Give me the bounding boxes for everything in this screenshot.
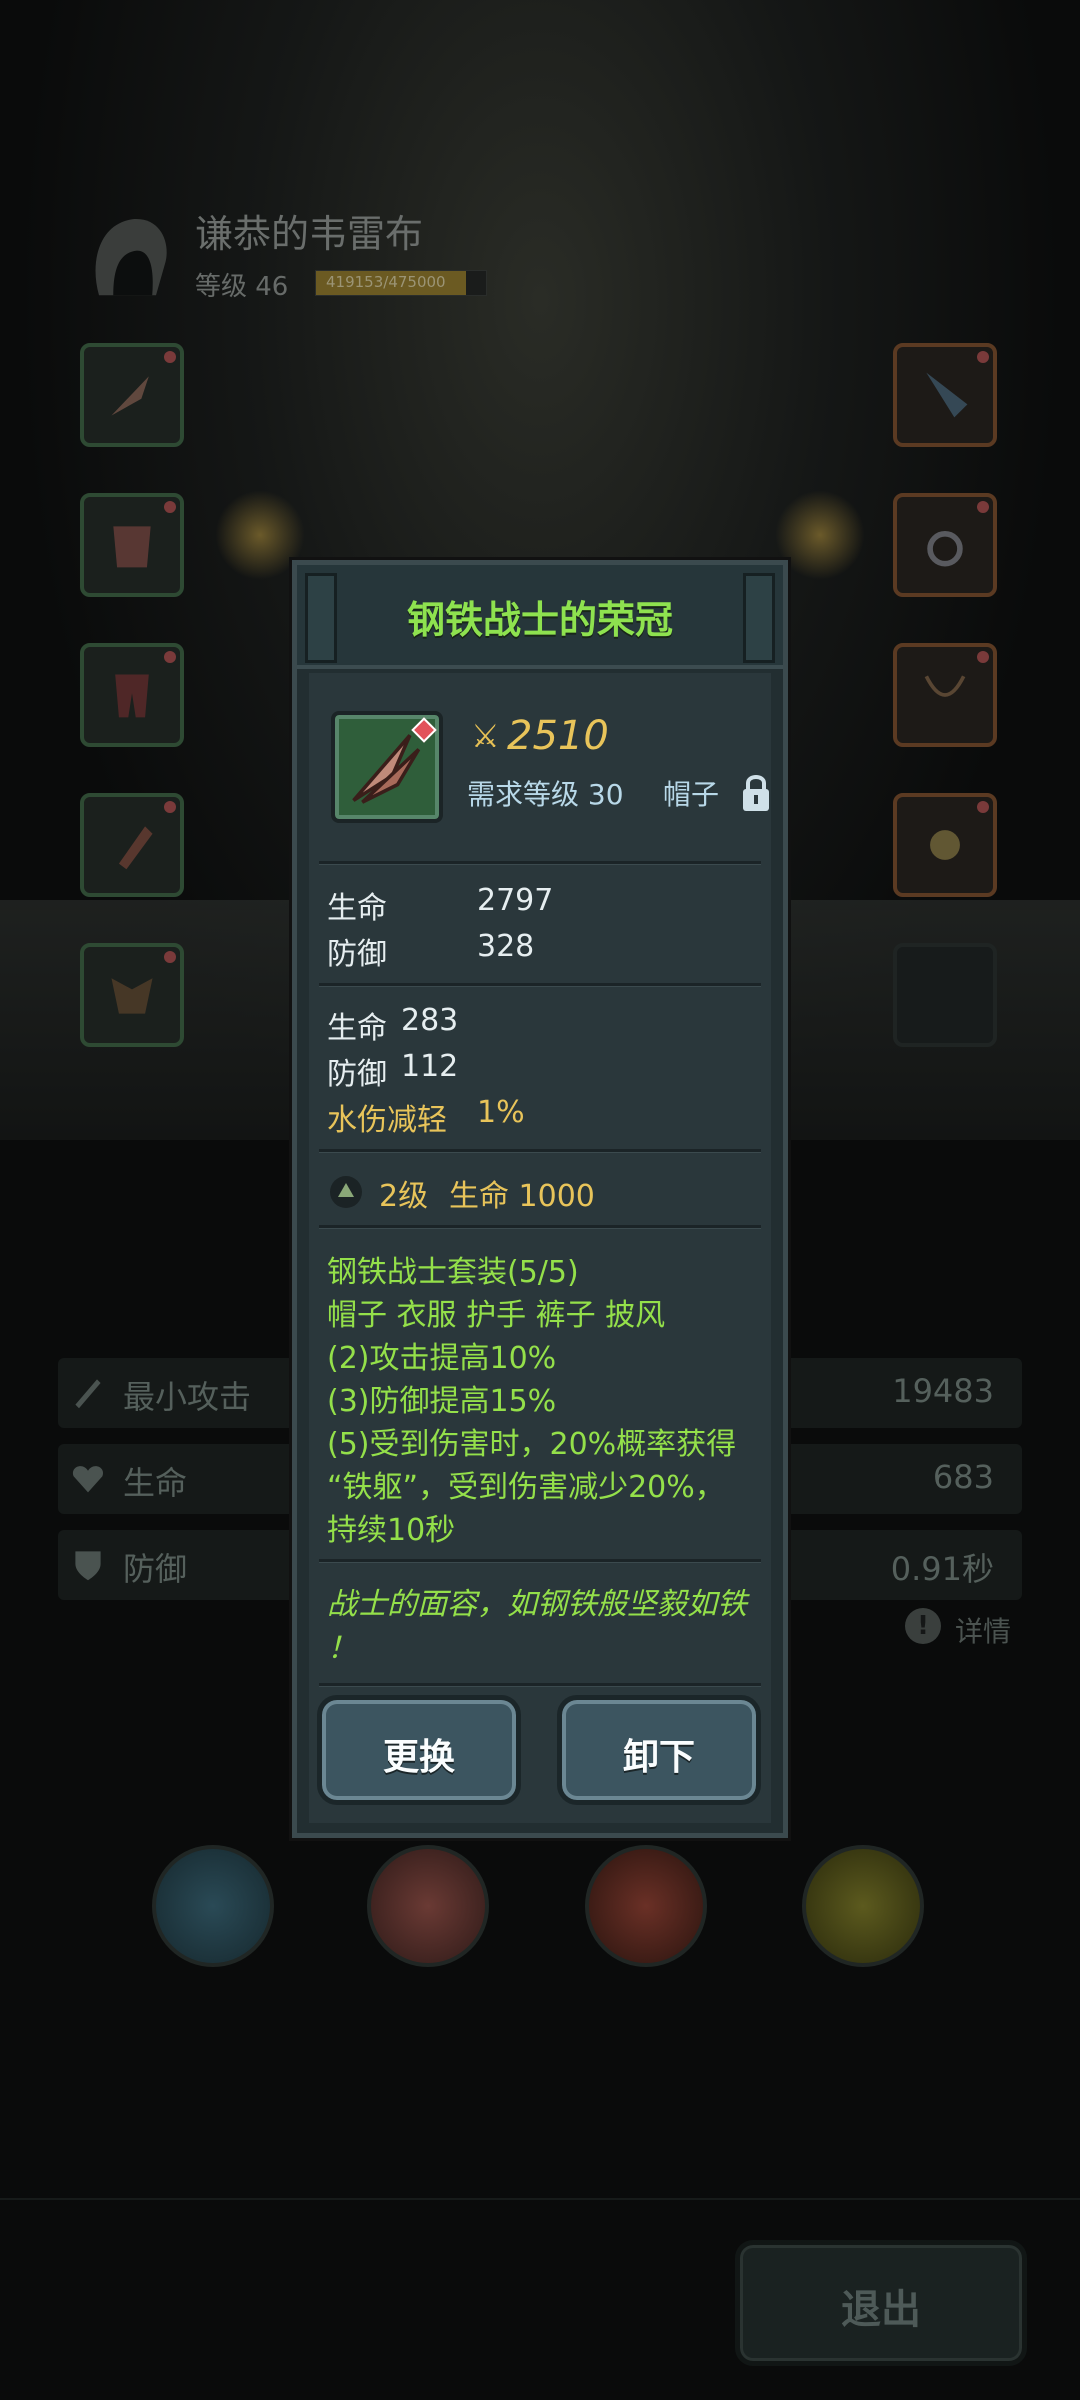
heart-icon xyxy=(72,1466,104,1493)
set-bonus-5-cont: 持续10秒 xyxy=(327,1513,456,1548)
extra-stat-value: 112 xyxy=(401,1049,459,1084)
feather-hat-icon xyxy=(111,376,149,416)
sword-icon xyxy=(75,1379,101,1409)
base-stat-value: 2797 xyxy=(477,883,554,918)
info-icon[interactable]: ! xyxy=(905,1608,941,1644)
new-indicator-dot xyxy=(164,501,176,513)
hero-level: 等级 46 xyxy=(195,272,289,302)
lock-icon[interactable] xyxy=(739,773,773,813)
replace-button[interactable]: 更换 xyxy=(317,1695,521,1805)
skill-orb-4[interactable] xyxy=(802,1845,924,1967)
divider xyxy=(319,861,761,865)
hero-avatar-icon xyxy=(95,219,167,296)
divider xyxy=(319,983,761,987)
unequip-button[interactable]: 卸下 xyxy=(557,1695,761,1805)
enchant-gem-icon xyxy=(330,1176,362,1208)
skill-orb-2[interactable] xyxy=(367,1845,489,1967)
amulet-icon xyxy=(930,830,960,860)
set-name: 钢铁战士套装(5/5) xyxy=(327,1255,579,1290)
pants-icon xyxy=(115,674,149,718)
divider xyxy=(319,1683,761,1687)
item-slot-type: 帽子 xyxy=(663,778,720,811)
equip-slot-amulet[interactable] xyxy=(893,793,997,897)
exp-bar: 419153/475000 xyxy=(315,270,487,296)
equip-slot-necklace[interactable] xyxy=(893,643,997,747)
extra-stat-value: 283 xyxy=(401,1003,459,1038)
equip-slot-pants[interactable] xyxy=(80,643,184,747)
lamp-glow-right xyxy=(775,490,865,580)
new-indicator-dot xyxy=(977,501,989,513)
new-indicator-dot xyxy=(164,951,176,963)
extra-stat-label: 生命 xyxy=(327,1011,387,1046)
item-icon xyxy=(331,711,443,823)
divider xyxy=(319,1225,761,1229)
ring-icon xyxy=(927,531,963,567)
item-requirement: 需求等级 30 xyxy=(467,778,624,811)
new-indicator-dot xyxy=(977,351,989,363)
bottom-divider xyxy=(0,2198,1080,2200)
base-stat-value: 328 xyxy=(477,929,535,964)
skill-orb-1[interactable] xyxy=(152,1845,274,1967)
equip-slot-ring[interactable] xyxy=(893,493,997,597)
popup-body: ⚔ 2510 需求等级 30 帽子 生命 2797 防御 328 生命 283 … xyxy=(309,673,771,1823)
set-bonus-3: (3)防御提高15% xyxy=(327,1384,557,1419)
set-bonus-5: (5)受到伤害时，20%概率获得 xyxy=(327,1427,737,1462)
extra-stat-label: 防御 xyxy=(327,1057,387,1092)
item-detail-popup: 钢铁战士的荣冠 ⚔ 2510 需求等级 30 帽子 生命 2797 防御 328… xyxy=(292,560,788,1838)
special-stat-value: 1% xyxy=(477,1095,525,1130)
hero-name: 谦恭的韦雷布 xyxy=(195,212,424,256)
new-indicator-dot xyxy=(977,651,989,663)
set-bonus-5-cont: “铁躯”，受到伤害减少20%， xyxy=(327,1470,725,1505)
skill-orb-3[interactable] xyxy=(585,1845,707,1967)
flavor-text-cont: ！ xyxy=(327,1631,357,1666)
item-title: 钢铁战士的荣冠 xyxy=(406,598,673,642)
equip-slot-hat[interactable] xyxy=(80,343,184,447)
flavor-text: 战士的面容，如钢铁般坚毅如铁 xyxy=(327,1587,747,1622)
equip-slot-weapon[interactable] xyxy=(893,343,997,447)
detail-link[interactable]: 详情 xyxy=(955,1610,1011,1650)
equip-slot-cape[interactable] xyxy=(80,943,184,1047)
exp-text: 419153/475000 xyxy=(326,273,446,291)
equip-slot-armor[interactable] xyxy=(80,493,184,597)
popup-header: 钢铁战士的荣冠 xyxy=(297,565,783,669)
exit-button[interactable]: 退出 xyxy=(735,2240,1027,2366)
gloves-icon xyxy=(118,826,153,870)
set-bonus-2: (2)攻击提高10% xyxy=(327,1341,557,1376)
item-power: 2510 xyxy=(507,713,609,759)
new-indicator-dot xyxy=(164,351,176,363)
set-parts: 帽子 衣服 护手 裤子 披风 xyxy=(327,1298,666,1333)
enchant-text: 生命 1000 xyxy=(449,1179,595,1214)
divider xyxy=(319,1559,761,1563)
cape-icon xyxy=(111,978,153,1014)
power-icon: ⚔ xyxy=(471,717,500,755)
equip-slot-empty[interactable] xyxy=(893,943,997,1047)
shield-icon xyxy=(75,1551,101,1581)
base-stat-label: 防御 xyxy=(327,937,387,972)
special-stat-label: 水伤减轻 xyxy=(327,1103,447,1138)
new-indicator-dot xyxy=(977,801,989,813)
armor-icon xyxy=(113,526,151,568)
divider xyxy=(319,1149,761,1153)
enchant-level: 2级 xyxy=(379,1179,429,1214)
new-indicator-dot xyxy=(164,651,176,663)
base-stat-label: 生命 xyxy=(327,891,387,926)
necklace-icon xyxy=(924,675,966,697)
axe-icon xyxy=(926,372,968,418)
new-indicator-dot xyxy=(164,801,176,813)
equip-slot-gloves[interactable] xyxy=(80,793,184,897)
